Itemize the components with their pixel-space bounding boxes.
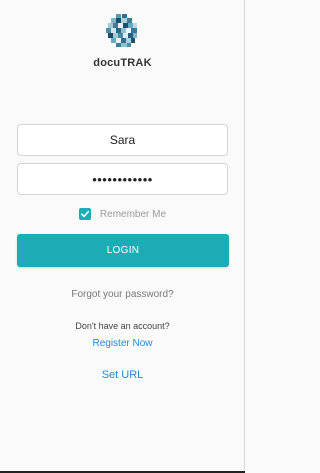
username-field[interactable] xyxy=(17,124,228,156)
remember-me-row[interactable]: Remember Me xyxy=(0,207,245,221)
login-button[interactable]: LOGIN xyxy=(17,234,229,267)
no-account-text: Don't have an account? xyxy=(75,321,170,331)
password-field[interactable] xyxy=(17,163,228,195)
set-url-link[interactable]: Set URL xyxy=(0,369,245,381)
forgot-password-link[interactable]: Forgot your password? xyxy=(0,289,245,300)
app-name: docuTRAK xyxy=(93,57,152,69)
right-divider xyxy=(244,0,245,473)
remember-me-label: Remember Me xyxy=(99,208,167,220)
checkmark-icon xyxy=(80,210,90,218)
docutrak-logo-icon xyxy=(106,14,139,47)
register-now-link[interactable]: Register Now xyxy=(0,338,245,349)
remember-me-checkbox[interactable] xyxy=(78,208,91,220)
